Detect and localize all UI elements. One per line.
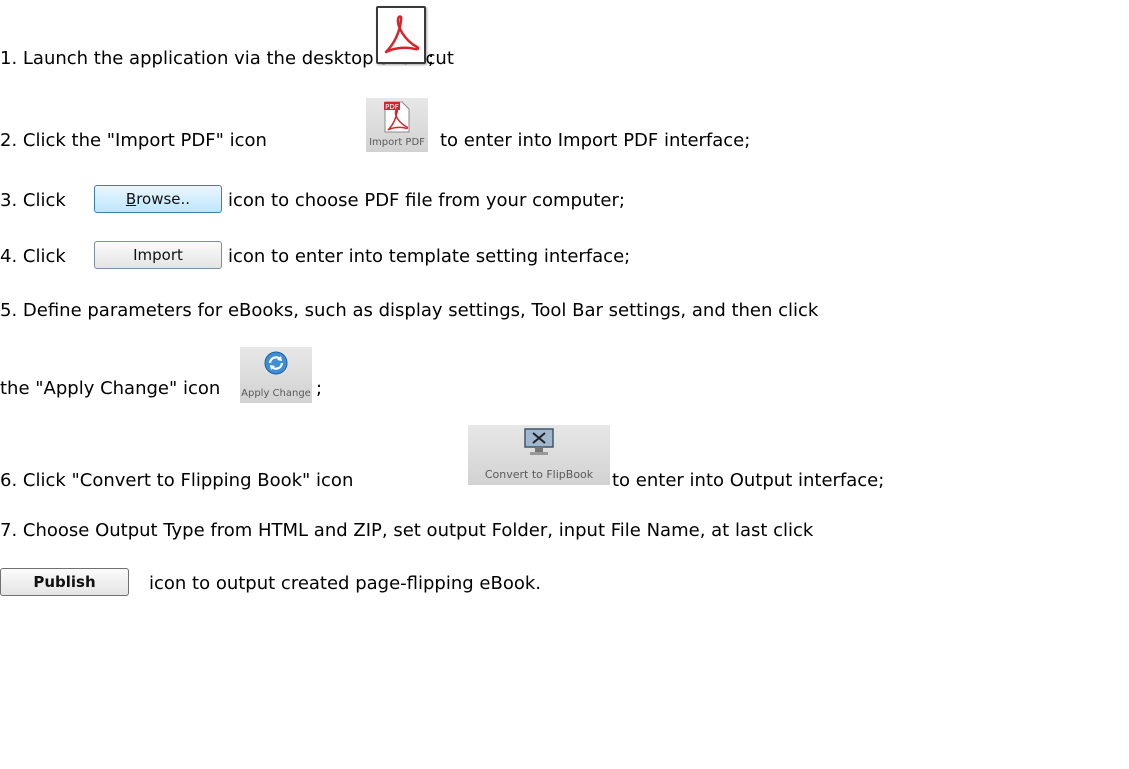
convert-label: Convert to FlipBook bbox=[484, 468, 594, 481]
step-5-end: ; bbox=[316, 378, 323, 399]
step-1-end: ; bbox=[428, 48, 435, 69]
step-6-end: to enter into Output interface; bbox=[612, 470, 885, 491]
step-7-line-1: 7. Choose Output Type from HTML and ZIP,… bbox=[0, 520, 814, 541]
browse-mnemonic: B bbox=[125, 190, 137, 208]
browse-label: rowse.. bbox=[136, 190, 191, 208]
publish-button[interactable]: Publish bbox=[0, 568, 129, 596]
acrobat-logo-icon bbox=[384, 15, 420, 54]
import-pdf-label: Import PDF bbox=[369, 137, 425, 148]
monitor-tools-icon bbox=[524, 428, 554, 455]
apply-change-label: Apply Change bbox=[241, 388, 311, 399]
step-3-end: icon to choose PDF file from your comput… bbox=[228, 190, 625, 211]
step-6-text: 6. Click "Convert to Flipping Book" icon bbox=[0, 470, 354, 491]
step-7-end: icon to output created page-flipping eBo… bbox=[149, 573, 542, 594]
import-button[interactable]: Import bbox=[94, 241, 222, 269]
convert-to-flipbook-icon[interactable]: Convert to FlipBook bbox=[468, 425, 610, 485]
step-4-end: icon to enter into template setting inte… bbox=[228, 246, 631, 267]
step-4-text: 4. Click bbox=[0, 246, 66, 267]
browse-button[interactable]: Browse.. bbox=[94, 185, 222, 213]
pdf-file-icon: PDF bbox=[384, 101, 410, 133]
apply-change-icon[interactable]: Apply Change bbox=[240, 347, 312, 403]
step-5-line-1: 5. Define parameters for eBooks, such as… bbox=[0, 300, 819, 321]
step-5-text: the "Apply Change" icon bbox=[0, 378, 221, 399]
step-2-text: 2. Click the "Import PDF" icon bbox=[0, 130, 267, 151]
import-pdf-icon[interactable]: PDF Import PDF bbox=[366, 98, 428, 152]
acrobat-shortcut-icon[interactable] bbox=[376, 6, 426, 64]
refresh-icon bbox=[264, 351, 288, 375]
step-2-end: to enter into Import PDF interface; bbox=[440, 130, 751, 151]
step-3-text: 3. Click bbox=[0, 190, 66, 211]
